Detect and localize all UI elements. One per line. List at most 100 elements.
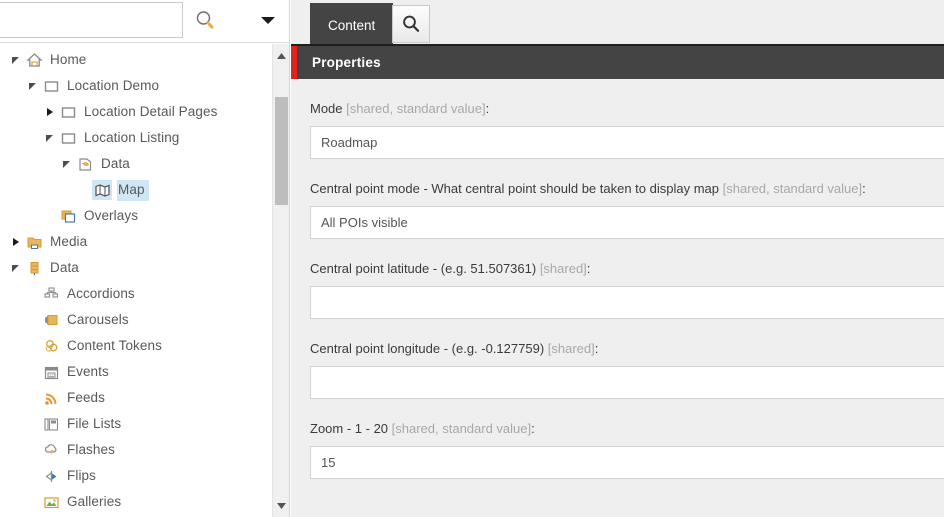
central-point-latitude-field-input[interactable] [310,286,944,319]
tree-node-location-detail-pages[interactable]: Location Detail Pages [0,99,270,125]
app-root: Home Location Demo Location Detail Pages Lo… [0,0,944,517]
chevron-down-icon[interactable] [257,11,279,31]
twisty-spacer [25,437,41,463]
search-icon [403,15,420,32]
tree-search-bar [0,0,289,43]
map-icon [92,180,112,200]
tree-node-data[interactable]: Data [0,255,270,281]
twisty-expanded-icon[interactable] [42,125,58,151]
field-label-annotation: [shared, standard value] [346,101,486,116]
carousels-icon [41,310,61,330]
tree-node-label: Data [101,155,130,171]
twisty-expanded-icon[interactable] [59,151,75,177]
tree-node-map[interactable]: Map [0,177,270,203]
tree-node-label: Data [50,259,79,275]
twisty-expanded-icon[interactable] [25,73,41,99]
central-point-longitude-field-input[interactable] [310,366,944,399]
page-title: Properties [312,55,381,70]
tree-node-label: Location Listing [84,129,180,145]
content-tree-panel: Home Location Demo Location Detail Pages Lo… [0,0,290,517]
field-label-suffix: : [594,341,599,356]
tree-node-label: Media [50,233,88,249]
file-lists-icon [41,414,61,434]
tree-node-flips[interactable]: Flips [0,463,270,489]
field-label-text: Mode [310,101,347,116]
field-label-suffix: : [586,261,591,276]
tab-strip: Content [291,0,944,48]
tree-node-label: Carousels [67,311,129,327]
tree-scrollbar-thumb[interactable] [275,97,288,205]
tab-search-button[interactable] [392,5,430,43]
database-icon [24,258,44,278]
field-label: Mode [shared, standard value]: [310,79,944,126]
calendar-icon: 12 [41,362,61,382]
tree-node-label: Galleries [67,493,122,509]
tree-node-galleries[interactable]: Galleries [0,489,270,515]
scroll-up-arrow-icon[interactable] [273,47,289,64]
tree-node-label: Overlays [84,207,139,223]
tree-node-overlays[interactable]: Overlays [0,203,270,229]
central-point-mode-field-input[interactable] [310,206,944,239]
field-label: Central point longitude - (e.g. -0.12775… [310,319,944,366]
tree-node-location-demo[interactable]: Location Demo [0,73,270,99]
twisty-expanded-icon[interactable] [8,255,24,281]
page-icon [41,76,61,96]
accent-bar [291,46,297,79]
tree-node-feeds[interactable]: Feeds [0,385,270,411]
twisty-spacer [25,463,41,489]
mode-field-input[interactable] [310,126,944,159]
field-label: Central point latitude - (e.g. 51.507361… [310,239,944,286]
tree-node-label: Location Demo [67,77,160,93]
tree-scrollbar[interactable] [272,44,289,517]
twisty-spacer [25,489,41,515]
tree-node-label: File Lists [67,415,122,431]
twisty-spacer [25,333,41,359]
twisty-collapsed-icon[interactable] [8,229,24,255]
tree-node-flashes[interactable]: Flashes [0,437,270,463]
twisty-spacer [25,411,41,437]
twisty-spacer [42,203,58,229]
tree-node-events[interactable]: 12 Events [0,359,270,385]
field-label-text: Central point longitude - (e.g. -0.12775… [310,341,548,356]
field-label-annotation: [shared, standard value] [722,181,863,196]
search-input[interactable] [0,2,183,38]
scroll-down-arrow-icon[interactable] [273,497,289,514]
page-icon [58,102,78,122]
content-panel: Content Properties Mode [shared, standar… [291,0,944,517]
galleries-icon [41,492,61,512]
svg-text:12: 12 [49,372,54,377]
twisty-spacer [76,177,92,203]
properties-header: Properties [291,44,944,79]
tree-node-label: Content Tokens [67,337,162,353]
search-icon[interactable] [193,9,217,33]
tree-node-label: Map [117,179,149,201]
tree-node-label: Flashes [67,441,115,457]
tree-node-label: Events [67,363,109,379]
field-label-text: Zoom - 1 - 20 [310,421,392,436]
tree-node-label: Location Detail Pages [84,103,218,119]
tree-node-file-lists[interactable]: File Lists [0,411,270,437]
zoom-field-input[interactable] [310,446,944,479]
tree-node-data[interactable]: Data [0,151,270,177]
tree-node-content-tokens[interactable]: Content Tokens [0,333,270,359]
field-label-suffix: : [531,421,535,436]
flips-icon [41,466,61,486]
tree-node-home[interactable]: Home [0,47,270,73]
twisty-collapsed-icon[interactable] [42,99,58,125]
field-label: Central point mode - What central point … [310,159,944,206]
overlays-icon [58,206,78,226]
central-point-latitude-field: Central point latitude - (e.g. 51.507361… [310,239,944,319]
home-icon [24,50,44,70]
tab-content[interactable]: Content [310,3,394,48]
field-label-annotation: [shared] [539,261,587,276]
tree-node-accordions[interactable]: Accordions [0,281,270,307]
tree-node-media[interactable]: Media [0,229,270,255]
data-folder-icon [75,154,95,174]
twisty-spacer [25,359,41,385]
tree-node-location-listing[interactable]: Location Listing [0,125,270,151]
twisty-expanded-icon[interactable] [8,47,24,73]
twisty-spacer [25,281,41,307]
tree-node-carousels[interactable]: Carousels [0,307,270,333]
page-icon [58,128,78,148]
properties-form: Mode [shared, standard value]: Central po… [291,79,944,517]
